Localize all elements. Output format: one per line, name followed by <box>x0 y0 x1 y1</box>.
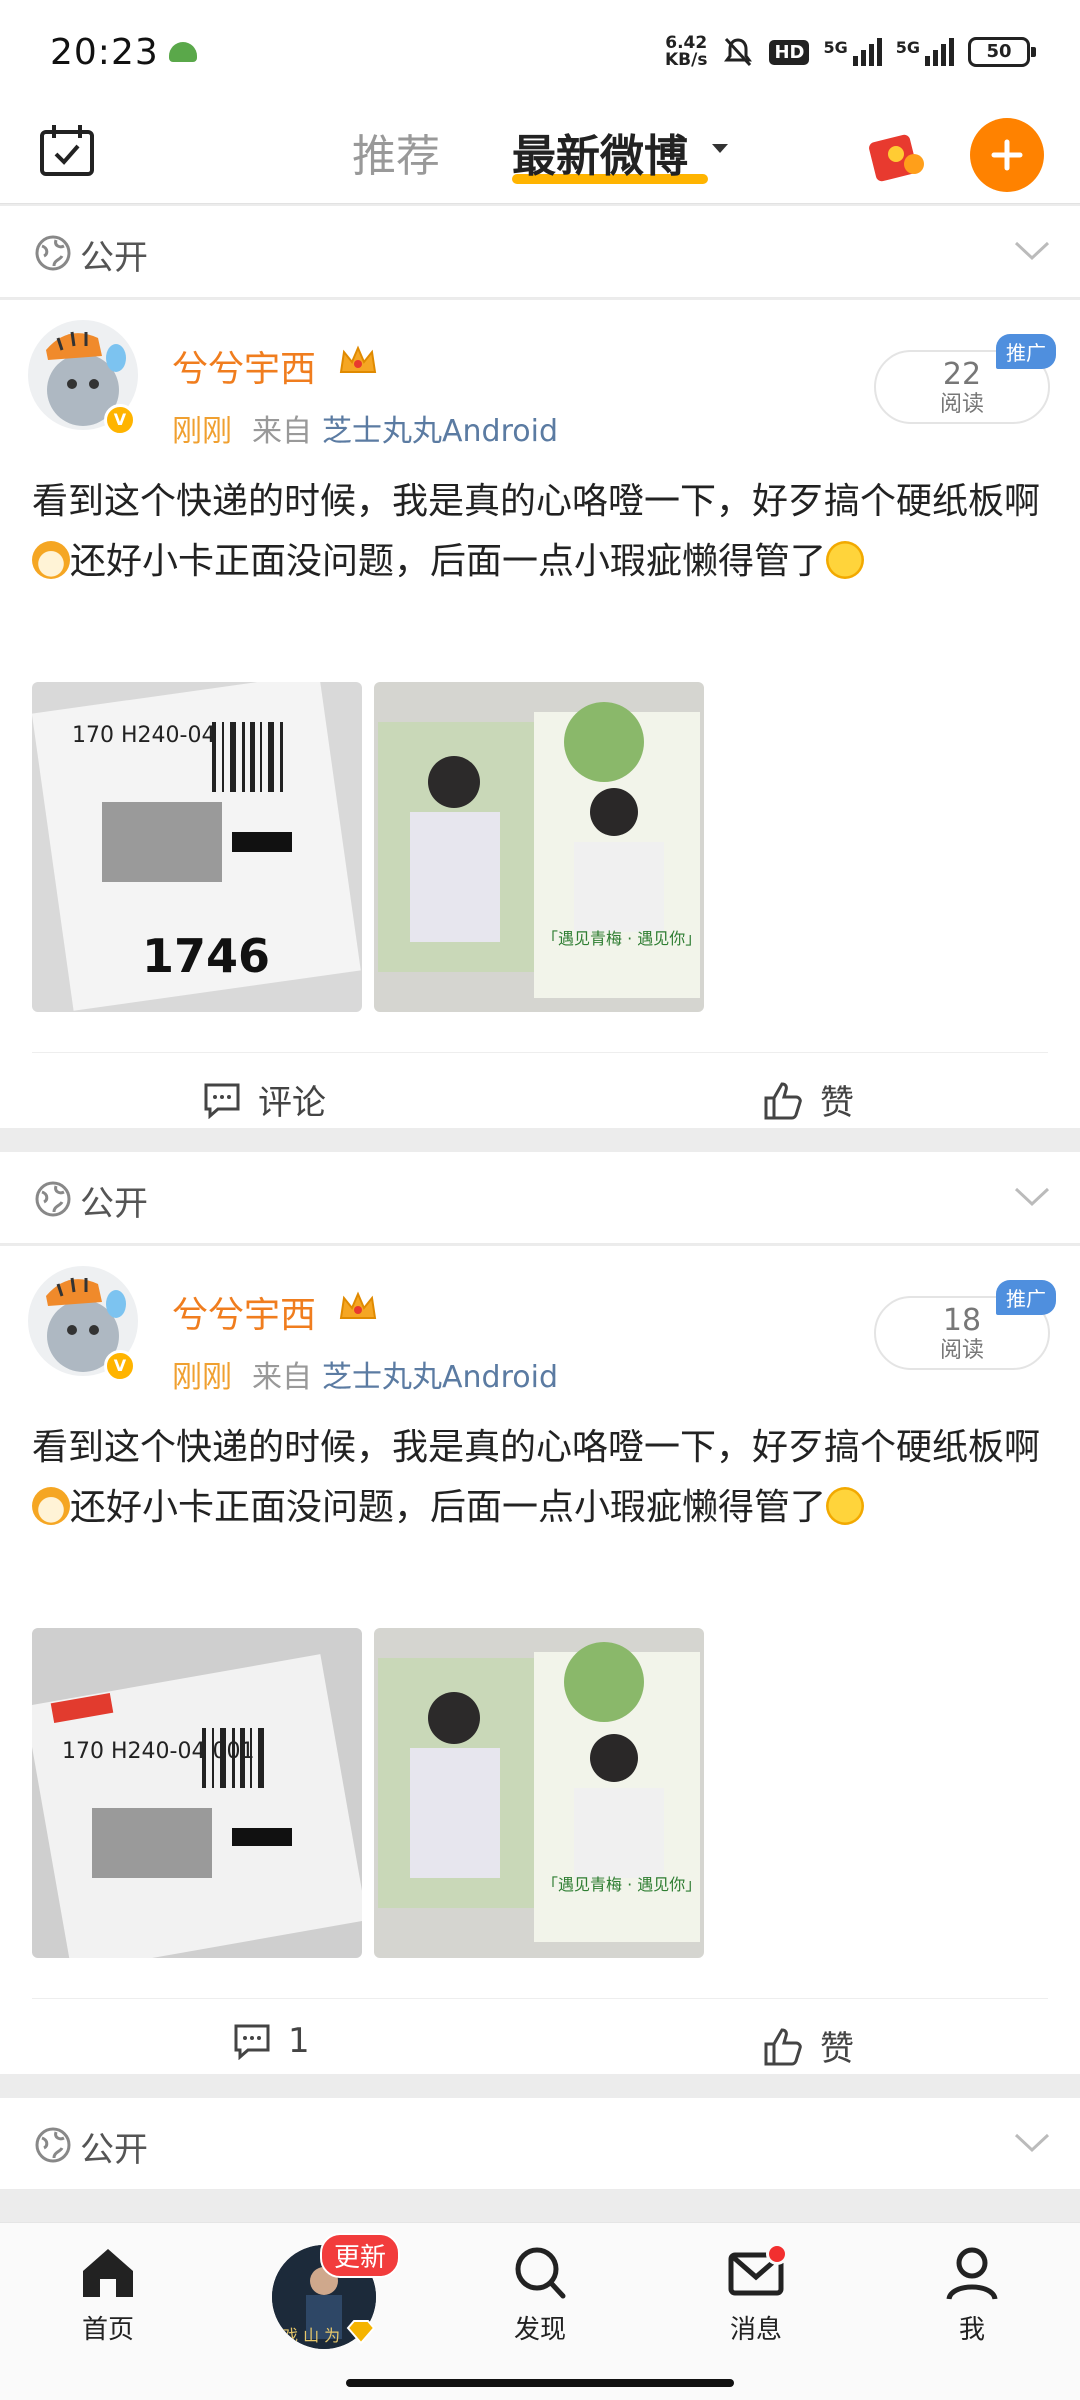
crown-icon <box>339 1291 377 1319</box>
compose-button[interactable] <box>970 118 1044 192</box>
thumbs-up-icon <box>764 2027 802 2065</box>
verified-badge-icon: V <box>104 1350 136 1382</box>
post-time: 刚刚 <box>172 414 232 449</box>
post-meta: 刚刚 来自 芝士丸丸Android <box>172 1352 558 1396</box>
read-label: 阅读 <box>939 392 984 417</box>
battery-icon: 50 <box>968 37 1036 67</box>
like-button[interactable]: 赞 <box>762 2021 854 2070</box>
diamond-icon <box>346 2320 376 2345</box>
chevron-down-icon[interactable] <box>1014 240 1050 262</box>
thumbs-up-icon <box>764 1081 802 1119</box>
chevron-down-icon[interactable] <box>1014 1186 1050 1208</box>
nav-messages[interactable]: 消息 <box>708 2243 804 2346</box>
chevron-down-icon[interactable] <box>1014 2132 1050 2154</box>
calendar-check-icon[interactable] <box>38 122 96 178</box>
verified-badge-icon: V <box>104 404 136 436</box>
tab-latest[interactable]: 最新微博 <box>512 120 688 184</box>
post-card: V 兮兮宇西 刚刚 来自 芝士丸丸Android 22 阅读 推广 看到这个快递的时… <box>0 300 1080 1128</box>
author-name[interactable]: 兮兮宇西 <box>172 1286 316 1338</box>
from-label: 来自 <box>252 1360 312 1395</box>
comment-button[interactable]: 评论 <box>202 1075 326 1124</box>
bottom-nav: 首页 戏 山 为 更新 发现 消息 我 <box>0 2222 1080 2400</box>
visibility-label: 公开 <box>80 2130 148 2170</box>
globe-icon <box>35 2127 71 2163</box>
turtle-icon <box>168 42 197 62</box>
net-speed: 6.42 KB/s <box>664 33 708 70</box>
from-label: 来自 <box>252 414 312 449</box>
laugh-cry-emoji-icon <box>826 541 865 579</box>
status-bar: 20:23 6.42 KB/s HD 5G 5G 50 <box>0 0 1080 104</box>
post-photo-package[interactable]: 170 H240-04 1746 <box>32 682 362 1012</box>
comment-icon <box>204 1083 240 1119</box>
laugh-cry-emoji-icon <box>826 1487 865 1525</box>
post-card: V 兮兮宇西 刚刚 来自 芝士丸丸Android 18 阅读 推广 看到这个快递的时… <box>0 1246 1080 2074</box>
top-nav: 推荐 最新微博 <box>0 104 1080 204</box>
post-photo-package[interactable]: 170 H240-04 001 <box>32 1628 362 1958</box>
search-icon <box>515 2247 566 2299</box>
nav-me[interactable]: 我 <box>924 2245 1020 2346</box>
promote-badge[interactable]: 推广 <box>996 1280 1056 1315</box>
signal-2-icon: 5G <box>896 38 954 66</box>
post-photo-cards[interactable]: 「遇见青梅 · 遇见你」 <box>374 682 704 1012</box>
signal-1-icon: 5G <box>823 38 882 66</box>
status-time: 20:23 <box>50 31 159 73</box>
globe-icon <box>35 235 71 271</box>
visibility-bar: 公开 <box>0 206 1080 298</box>
globe-icon <box>35 1181 71 1217</box>
svg-text:戏 山 为: 戏 山 为 <box>282 2326 340 2345</box>
crown-icon <box>339 345 377 373</box>
promote-badge[interactable]: 推广 <box>996 334 1056 369</box>
post-text: 看到这个快递的时候，我是真的心咯噔一下，好歹搞个硬纸板啊还好小卡正面没问题，后面… <box>32 481 1041 582</box>
caret-down-icon[interactable] <box>712 144 728 153</box>
hd-badge: HD <box>769 39 810 65</box>
post-text: 看到这个快递的时候，我是真的心咯噔一下，好歹搞个硬纸板啊还好小卡正面没问题，后面… <box>32 1427 1041 1528</box>
nav-home[interactable]: 首页 <box>60 2245 156 2346</box>
svg-text:「遇见青梅 · 遇见你」: 「遇见青梅 · 遇见你」 <box>542 1875 701 1894</box>
svg-text:1746: 1746 <box>142 929 270 983</box>
visibility-bar: 公开 <box>0 1152 1080 1244</box>
comment-button[interactable]: 1 <box>232 2021 310 2061</box>
comment-count: 1 <box>288 2021 310 2061</box>
comment-icon <box>234 2024 270 2060</box>
red-packet-icon[interactable] <box>866 124 928 186</box>
post-meta: 刚刚 来自 芝士丸丸Android <box>172 406 558 450</box>
plus-icon <box>991 139 1023 171</box>
home-indicator <box>346 2379 734 2387</box>
author-name[interactable]: 兮兮宇西 <box>172 340 316 392</box>
home-icon <box>83 2249 133 2297</box>
visibility-label: 公开 <box>80 1184 148 1224</box>
nav-discover[interactable]: 发现 <box>492 2245 588 2346</box>
tab-recommend[interactable]: 推荐 <box>352 120 440 184</box>
dog-emoji-icon <box>32 1487 70 1525</box>
post-time: 刚刚 <box>172 1360 232 1395</box>
like-button[interactable]: 赞 <box>762 1075 854 1124</box>
visibility-label: 公开 <box>80 238 148 278</box>
unread-dot <box>766 2243 788 2265</box>
bell-muted-icon <box>724 37 753 67</box>
action-bar: 评论 赞 <box>32 1052 1048 1148</box>
post-source[interactable]: 芝士丸丸Android <box>322 1360 558 1395</box>
dog-emoji-icon <box>32 541 70 579</box>
action-bar: 1 赞 <box>32 1998 1048 2094</box>
svg-text:170 H240-04 001: 170 H240-04 001 <box>62 1739 254 1764</box>
visibility-bar: 公开 <box>0 2098 1080 2190</box>
svg-text:170 H240-04: 170 H240-04 <box>72 723 215 748</box>
read-label: 阅读 <box>939 1338 984 1363</box>
svg-text:「遇见青梅 · 遇见你」: 「遇见青梅 · 遇见你」 <box>542 929 701 948</box>
post-photo-cards[interactable]: 「遇见青梅 · 遇见你」 <box>374 1628 704 1958</box>
update-badge: 更新 <box>320 2233 401 2278</box>
user-icon <box>946 2247 998 2300</box>
post-source[interactable]: 芝士丸丸Android <box>322 414 558 449</box>
